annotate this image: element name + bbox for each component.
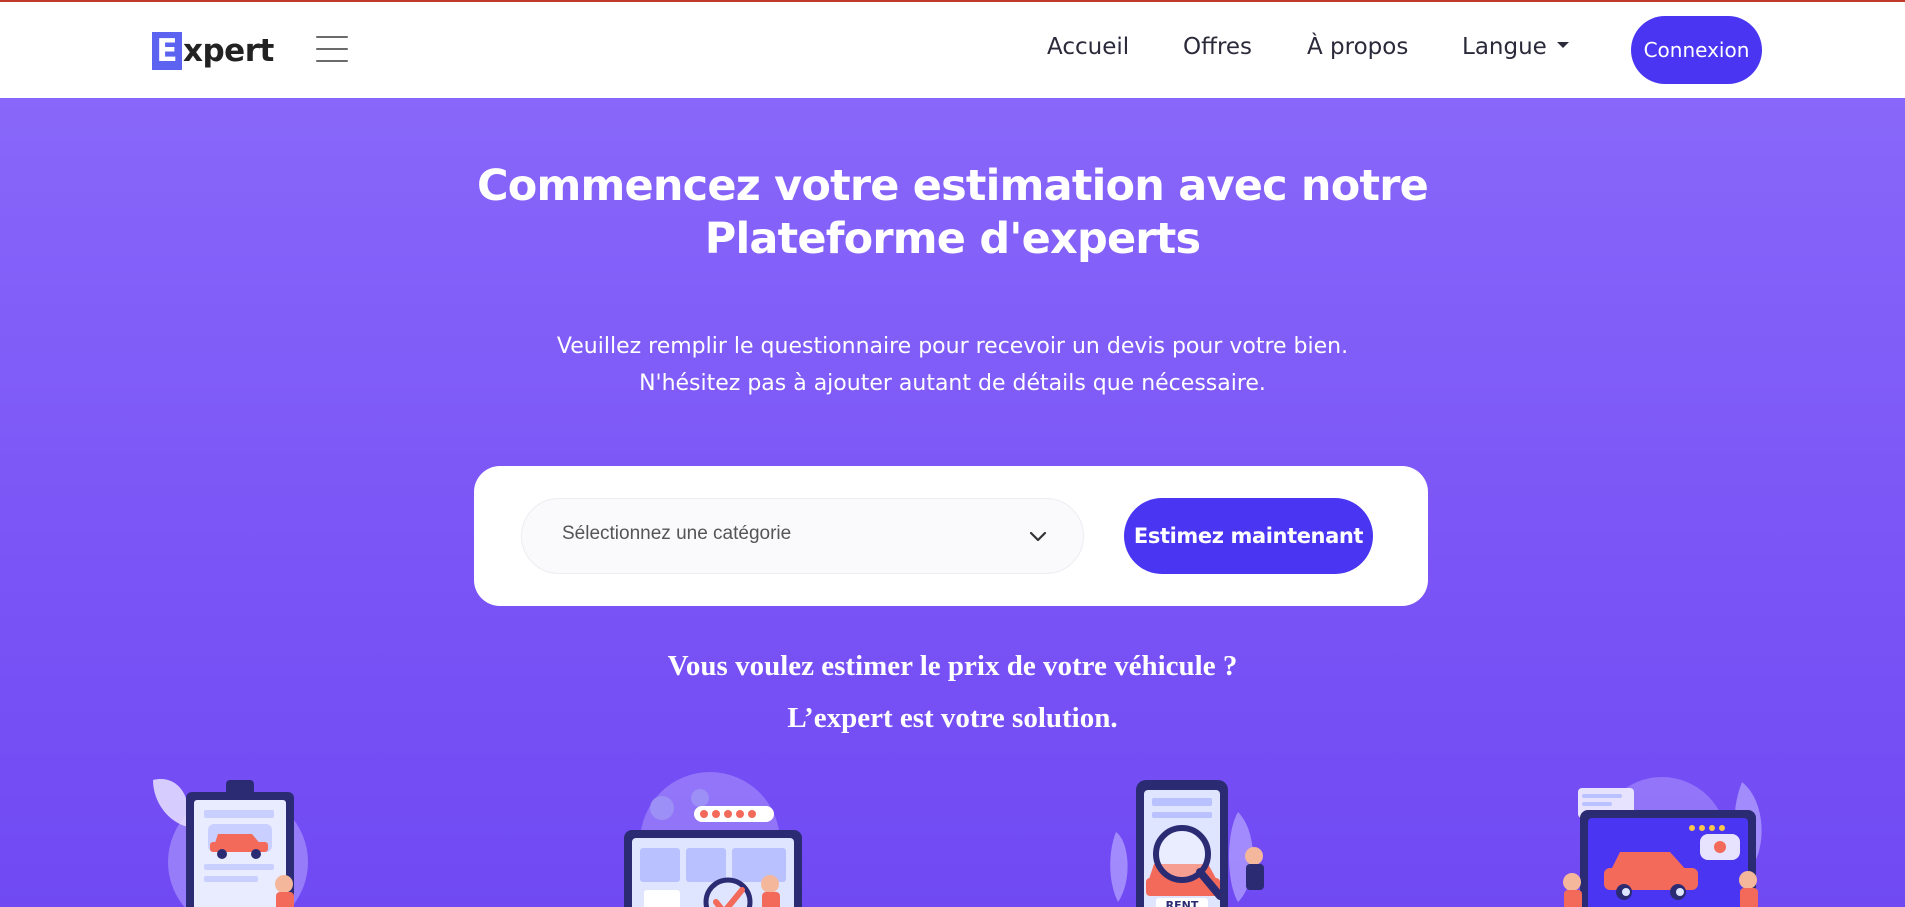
tagline-line-1: Vous voulez estimer le prix de votre véh… (667, 650, 1238, 682)
language-dropdown-label: Langue (1462, 34, 1547, 60)
clipboard-car-illustration (153, 779, 308, 907)
logo-text: xpert (183, 33, 274, 69)
hero-title-line-1: Commencez votre estimation avec notre (476, 161, 1429, 211)
rent-car-search-illustration: RENT (1110, 780, 1264, 907)
nav-link-accueil[interactable]: Accueil (1047, 34, 1129, 60)
nav-link-offres[interactable]: Offres (1183, 34, 1252, 60)
category-select-placeholder: Sélectionnez une catégorie (562, 523, 792, 544)
login-button[interactable]: Connexion (1631, 16, 1762, 84)
estimate-now-button[interactable]: Estimez maintenant (1124, 498, 1373, 574)
estimation-search-card: Sélectionnez une catégorie Estimez maint… (474, 466, 1428, 606)
nav-link-a-propos[interactable]: À propos (1307, 34, 1408, 60)
hero-subtitle-line-2: N'hésitez pas à ajouter autant de détail… (639, 371, 1266, 396)
hero-title-line-2: Plateforme d'experts (704, 214, 1201, 264)
hero-subtitle: Veuillez remplir le questionnaire pour r… (0, 328, 1905, 402)
tagline-line-2: L’expert est votre solution. (787, 702, 1118, 734)
hero-subtitle-line-1: Veuillez remplir le questionnaire pour r… (556, 334, 1349, 359)
hero-title: Commencez votre estimation avec notre Pl… (0, 160, 1905, 266)
chevron-down-icon (1029, 531, 1047, 542)
checklist-rating-illustration (624, 772, 802, 907)
hamburger-menu-icon[interactable] (316, 36, 348, 64)
category-select[interactable]: Sélectionnez une catégorie (521, 498, 1084, 574)
laptop-car-chat-illustration (1563, 777, 1762, 907)
navbar: E xpert Accueil Offres À propos Langue C… (0, 2, 1905, 98)
language-dropdown[interactable]: Langue (1462, 34, 1569, 60)
logo[interactable]: E xpert (152, 32, 274, 70)
caret-down-icon (1556, 41, 1569, 48)
rent-label: RENT (1166, 899, 1199, 907)
logo-letter: E (152, 32, 182, 70)
